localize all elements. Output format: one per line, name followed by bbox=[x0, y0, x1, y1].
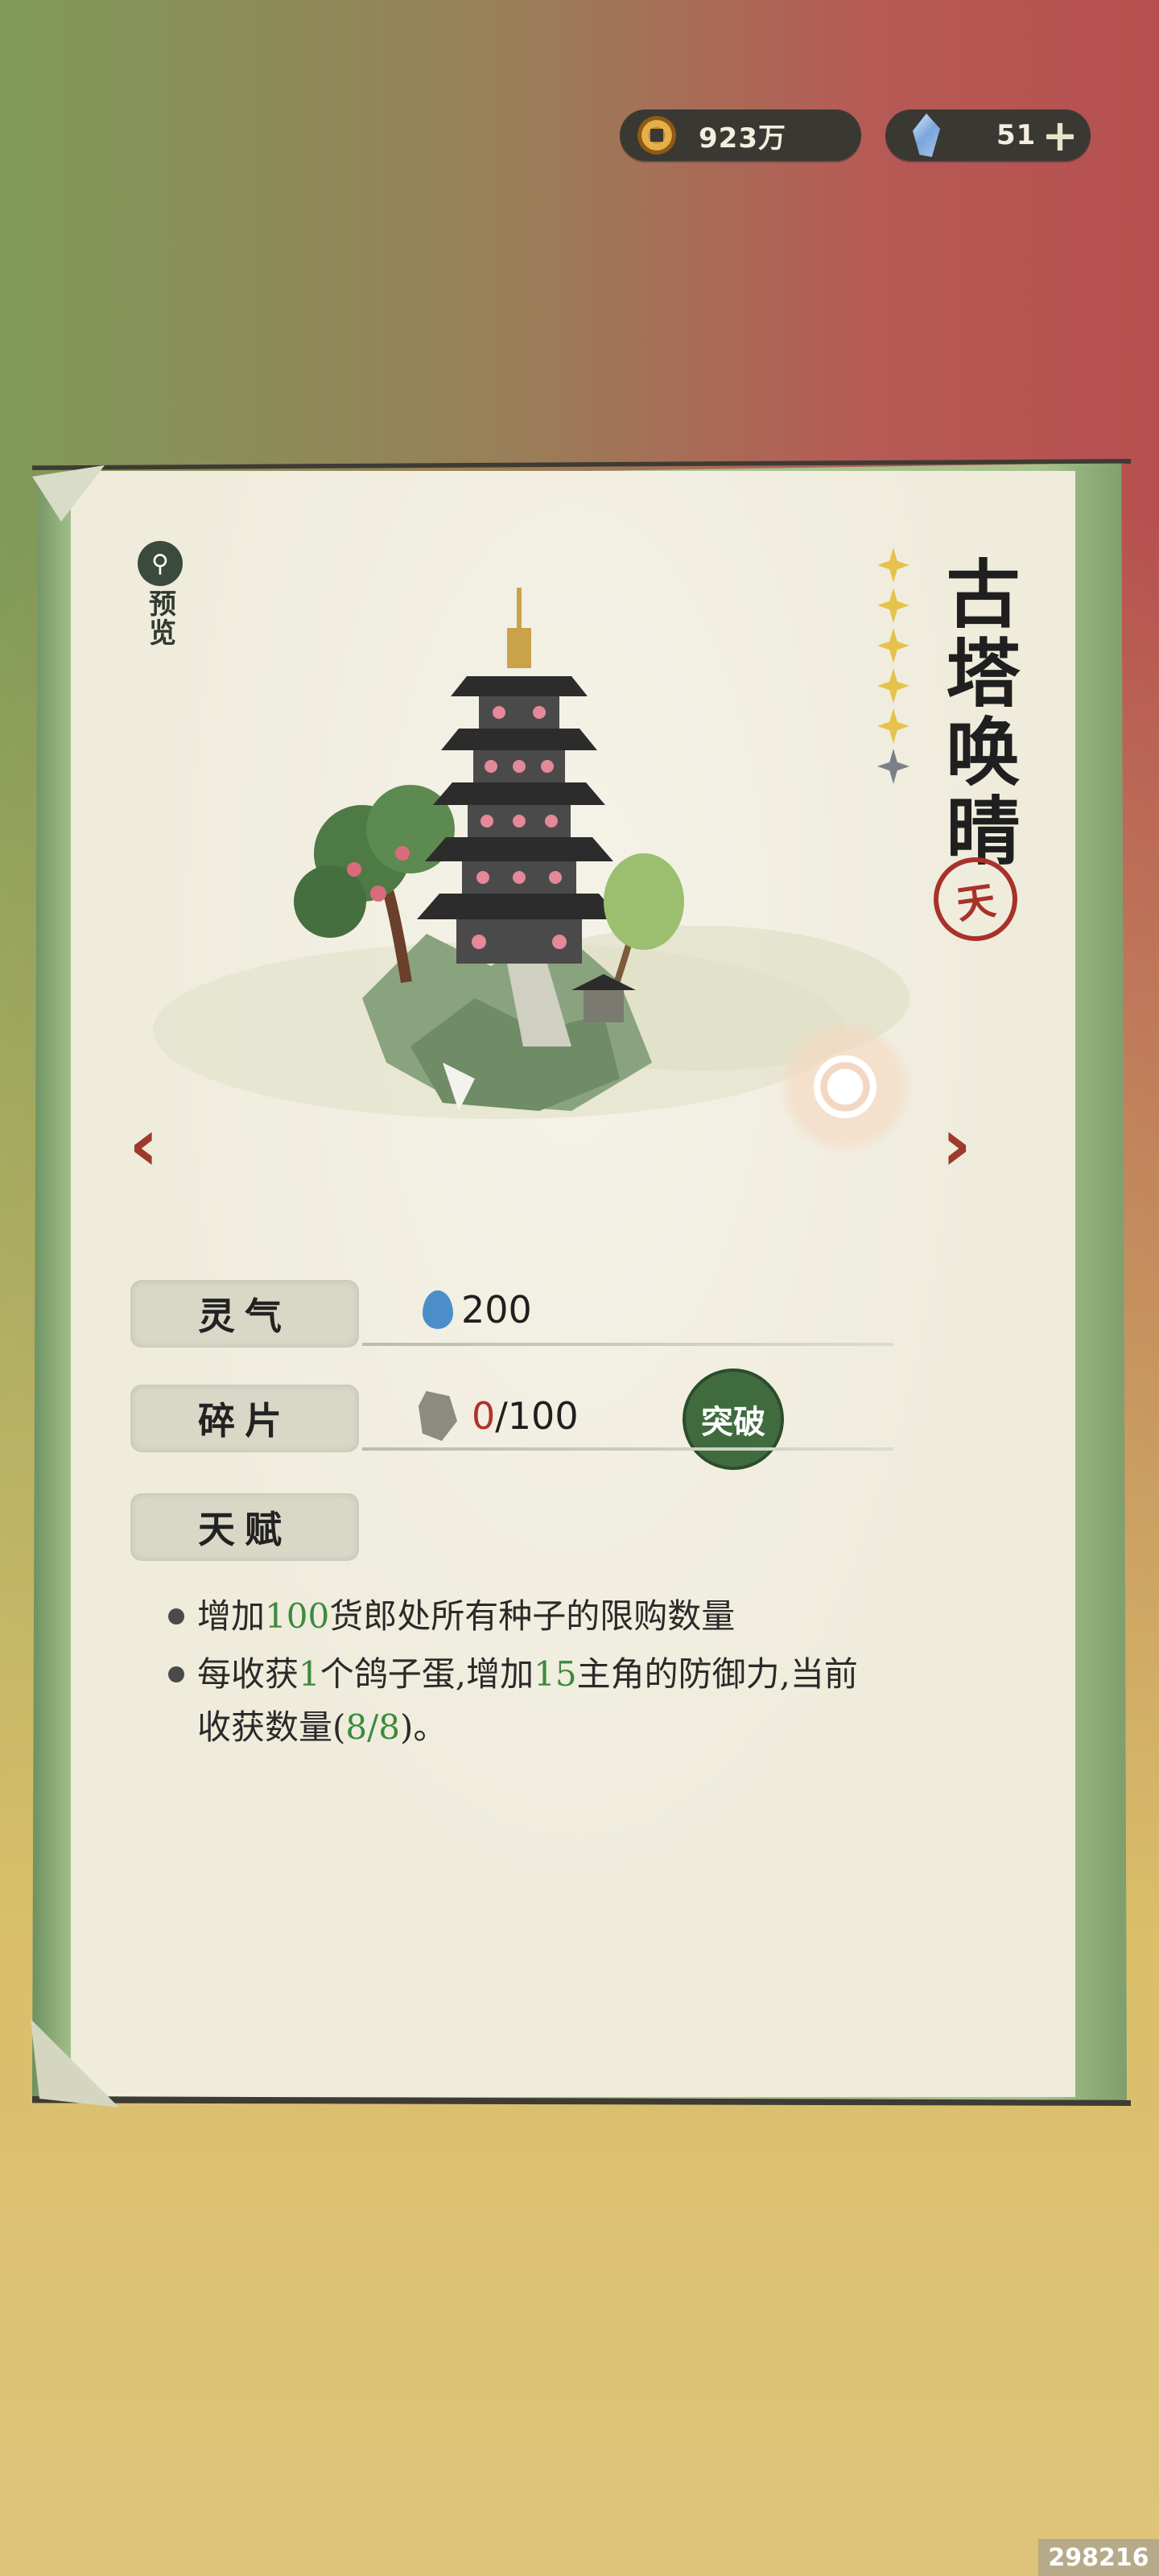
add-gems-button[interactable]: + bbox=[1037, 109, 1083, 161]
star-icon bbox=[877, 628, 909, 663]
divider bbox=[362, 1447, 893, 1451]
coin-icon bbox=[637, 116, 676, 155]
aura-value-group: 200 bbox=[423, 1288, 532, 1331]
fragment-value-group: 0 /100 bbox=[419, 1391, 579, 1441]
talent-list: 增加100货郎处所有种子的限购数量 每收获1个鸽子蛋,增加15主角的防御力,当前… bbox=[165, 1590, 889, 1759]
next-arrow-button[interactable]: › bbox=[942, 1103, 971, 1187]
gem-amount: 51 bbox=[996, 119, 1037, 151]
star-empty-icon bbox=[877, 749, 909, 784]
prev-arrow-button[interactable]: ‹ bbox=[129, 1103, 159, 1187]
divider bbox=[362, 1343, 893, 1346]
fragment-label: 碎片 bbox=[130, 1385, 359, 1452]
star-icon bbox=[877, 668, 909, 704]
coin-counter: 923万 bbox=[620, 109, 861, 161]
star-icon bbox=[877, 588, 909, 623]
fragment-need: /100 bbox=[495, 1394, 579, 1438]
building-title: 古塔唤晴 bbox=[934, 555, 1021, 871]
talent-item: 每收获1个鸽子蛋,增加15主角的防御力,当前收获数量(8/8)。 bbox=[165, 1648, 889, 1754]
aura-label: 灵气 bbox=[130, 1280, 359, 1348]
swirl-effect-button[interactable] bbox=[777, 1018, 914, 1155]
watermark: 298216 bbox=[1038, 2539, 1159, 2576]
star-icon bbox=[877, 547, 909, 583]
breakthrough-button[interactable]: 突破 bbox=[683, 1368, 784, 1470]
fragment-icon bbox=[419, 1391, 457, 1441]
coin-amount: 923万 bbox=[699, 122, 786, 155]
gem-icon bbox=[913, 114, 940, 157]
star-icon bbox=[877, 708, 909, 744]
gem-counter: 51 + bbox=[885, 109, 1091, 161]
fragment-have: 0 bbox=[472, 1394, 496, 1438]
aura-value: 200 bbox=[461, 1288, 532, 1331]
star-rating bbox=[877, 547, 913, 784]
talent-item: 增加100货郎处所有种子的限购数量 bbox=[165, 1590, 889, 1643]
water-drop-icon bbox=[423, 1290, 453, 1329]
talent-label: 天赋 bbox=[130, 1493, 359, 1561]
